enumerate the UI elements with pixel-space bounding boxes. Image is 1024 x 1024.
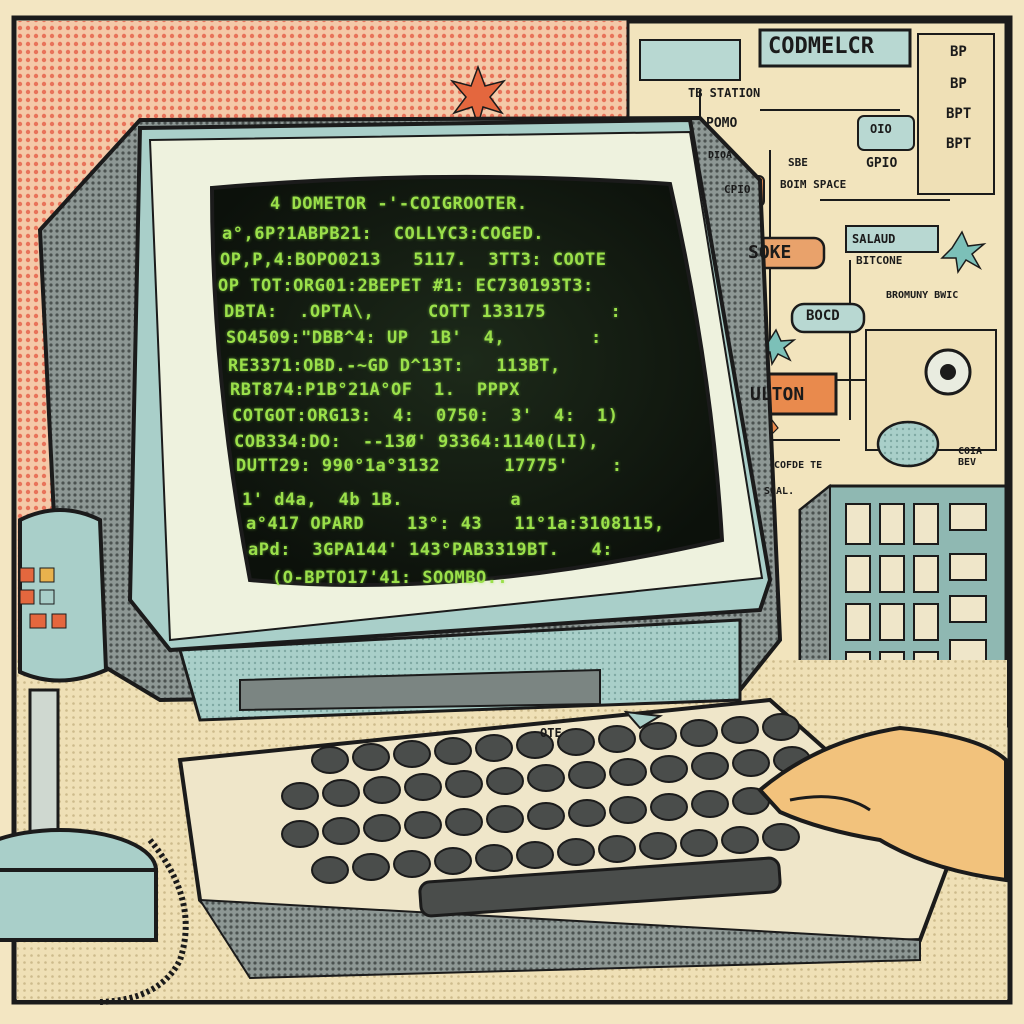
keycap bbox=[486, 767, 524, 795]
cpio-label: CPIO bbox=[724, 183, 751, 196]
keycap bbox=[680, 719, 718, 747]
screen-line: DUTT29: 990°1a°3132 17775' : bbox=[236, 456, 623, 476]
screen-line: COB334:DO: --13Ø' 93364:1140(LI), bbox=[234, 432, 599, 452]
keycap bbox=[650, 793, 688, 821]
keycap bbox=[598, 835, 636, 863]
keycap bbox=[557, 728, 595, 756]
side-label-2: BP bbox=[950, 76, 967, 92]
keycap bbox=[557, 838, 595, 866]
coi-bev-label: COIA BEV bbox=[958, 446, 983, 468]
keycap bbox=[691, 752, 729, 780]
keycap bbox=[721, 716, 759, 744]
keycap bbox=[732, 749, 770, 777]
screen-line: RE3371:OBD.-~GD D^13T: 113BT, bbox=[228, 356, 561, 376]
keycap bbox=[691, 790, 729, 818]
keycap bbox=[609, 796, 647, 824]
screen-line: a°417 OPARD 13°: 43 11°1a:3108115, bbox=[246, 514, 665, 534]
screen-line: 4 DOMETOR -'-COIGROOTER. bbox=[270, 194, 528, 214]
keycap bbox=[568, 761, 606, 789]
keycap bbox=[363, 776, 401, 804]
screen-line: RBT874:P1B°21A°OF 1. PPPX bbox=[230, 380, 520, 400]
keycap bbox=[650, 755, 688, 783]
screen-line: aPd: 3GPA144' 143°PAB3319BT. 4: bbox=[248, 540, 613, 560]
sbe-label: SBE bbox=[788, 156, 808, 169]
bocd-label: BOCD bbox=[806, 308, 840, 324]
keycap bbox=[393, 740, 431, 768]
keycap bbox=[762, 713, 800, 741]
keycap bbox=[475, 734, 513, 762]
boim-space-label: BOIM SPACE bbox=[780, 178, 847, 191]
keycap bbox=[281, 820, 319, 848]
keycap bbox=[311, 856, 349, 884]
screen-line: a°,6P?1ABPB21: COLLYC3:COGED. bbox=[222, 224, 545, 244]
ulton-label: ULTON bbox=[750, 384, 805, 405]
cofde-te-label: COFDE TE bbox=[774, 460, 823, 471]
side-label-4: BPT bbox=[946, 136, 972, 152]
keycap bbox=[475, 844, 513, 872]
keycap bbox=[352, 743, 390, 771]
keycap bbox=[363, 814, 401, 842]
keycap bbox=[721, 826, 759, 854]
dioa-label: DIOA bbox=[708, 150, 733, 161]
soal-label: SOAL. bbox=[764, 486, 795, 497]
oio-label: OIO bbox=[870, 122, 892, 136]
side-label-3: BPT bbox=[946, 106, 972, 122]
wall-header-label: CODMELCR bbox=[768, 34, 874, 59]
keycap bbox=[639, 832, 677, 860]
keyboard-marker-label: OTE bbox=[540, 726, 562, 740]
screen-line: 1' d4a, 4b 1B. a bbox=[242, 490, 522, 510]
keycap bbox=[434, 737, 472, 765]
keycap bbox=[445, 770, 483, 798]
screen-line: (O-BPTO17'41: SOOMBO.. bbox=[272, 568, 509, 588]
keycap bbox=[352, 853, 390, 881]
keycap bbox=[322, 817, 360, 845]
keycap bbox=[281, 782, 319, 810]
keycap bbox=[762, 823, 800, 851]
keycap bbox=[486, 805, 524, 833]
pomo-label: POMO bbox=[706, 116, 738, 131]
tb-station-label: TB STATION bbox=[688, 86, 761, 100]
salaud-label: SALAUD bbox=[852, 232, 896, 246]
screen-line: OP TOT:ORG01:2BEPET #1: EC730193T3: bbox=[218, 276, 594, 296]
keycap bbox=[445, 808, 483, 836]
brom-swic-label: BROMUNY BWIC bbox=[886, 290, 959, 301]
keycap bbox=[434, 847, 472, 875]
keycap bbox=[568, 799, 606, 827]
comic-illustration: 4 DOMETOR -'-COIGROOTER. a°,6P?1ABPB21: C… bbox=[0, 0, 1024, 1024]
bitcone-label: BITCONE bbox=[856, 254, 903, 267]
keycap bbox=[527, 764, 565, 792]
artwork bbox=[0, 0, 1024, 1024]
side-label-1: BP bbox=[950, 44, 967, 60]
keycap bbox=[393, 850, 431, 878]
screen-line: DBTA: .OPTA\, COTT 133175 : bbox=[224, 302, 622, 322]
screen-line: OP,P,4:BOPO0213 5117. 3TT3: COOTE bbox=[220, 250, 607, 270]
keycap bbox=[404, 811, 442, 839]
keycap bbox=[680, 829, 718, 857]
keycap bbox=[527, 802, 565, 830]
screen-line: COTGOT:ORG13: 4: 0750: 3' 4: 1) bbox=[232, 406, 619, 426]
keycap bbox=[609, 758, 647, 786]
keycap bbox=[322, 779, 360, 807]
keycap bbox=[311, 746, 349, 774]
soke-label: SOKE bbox=[748, 242, 792, 263]
keycap bbox=[639, 722, 677, 750]
keycap bbox=[516, 841, 554, 869]
screen-line: SO4509:"DBB^4: UP 1B' 4, : bbox=[226, 328, 602, 348]
keycap bbox=[598, 725, 636, 753]
gpio-label: GPIO bbox=[866, 156, 898, 171]
keycap bbox=[404, 773, 442, 801]
